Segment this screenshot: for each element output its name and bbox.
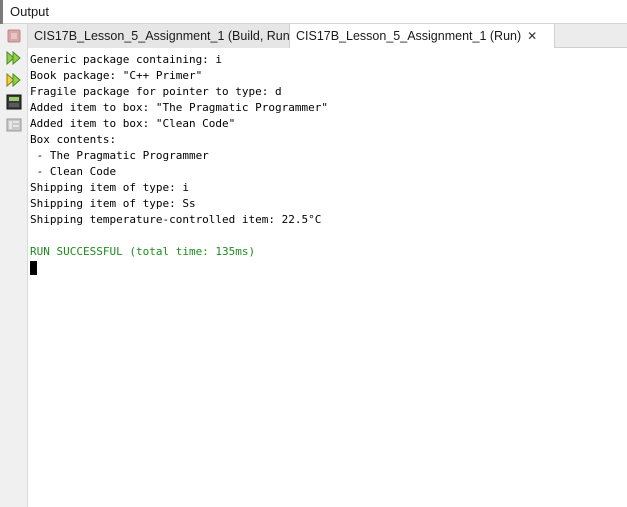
- console-line: Shipping item of type: i: [30, 181, 189, 194]
- console-line: - The Pragmatic Programmer: [30, 149, 209, 162]
- output-toolbar: [0, 24, 28, 507]
- output-tab-bar: CIS17B_Lesson_5_Assignment_1 (Build, Run…: [28, 24, 627, 49]
- output-panel-header: Output: [0, 0, 627, 24]
- rerun-with-options-icon[interactable]: [6, 72, 22, 88]
- tab-run[interactable]: CIS17B_Lesson_5_Assignment_1 (Run) ✕: [290, 24, 555, 49]
- stop-icon[interactable]: [6, 28, 22, 44]
- console-line: Shipping temperature-controlled item: 22…: [30, 213, 322, 226]
- console-line: Box contents:: [30, 133, 117, 146]
- tab-label: CIS17B_Lesson_5_Assignment_1 (Build, Run…: [34, 29, 294, 43]
- output-settings-icon[interactable]: [6, 117, 22, 133]
- console-output[interactable]: Generic package containing: i Book packa…: [28, 48, 627, 507]
- panel-title: Output: [10, 4, 50, 19]
- console-line: - Clean Code: [30, 165, 117, 178]
- console-line: Shipping item of type: Ss: [30, 197, 196, 210]
- console-line: Generic package containing: i: [30, 53, 223, 66]
- tab-label: CIS17B_Lesson_5_Assignment_1 (Run): [296, 29, 522, 43]
- console-line: Added item to box: "The Pragmatic Progra…: [30, 101, 329, 114]
- run-status-line: RUN SUCCESSFUL (total time: 135ms): [30, 245, 256, 258]
- console-line: Book package: "C++ Primer": [30, 69, 203, 82]
- rerun-icon[interactable]: [6, 50, 22, 66]
- close-icon[interactable]: ✕: [527, 29, 537, 43]
- input-cursor[interactable]: [30, 261, 37, 275]
- console-line: Added item to box: "Clean Code": [30, 117, 236, 130]
- tab-build-run[interactable]: CIS17B_Lesson_5_Assignment_1 (Build, Run…: [28, 24, 310, 48]
- terminal-icon[interactable]: [6, 94, 22, 110]
- window-edge: [0, 0, 3, 24]
- console-line: Fragile package for pointer to type: d: [30, 85, 282, 98]
